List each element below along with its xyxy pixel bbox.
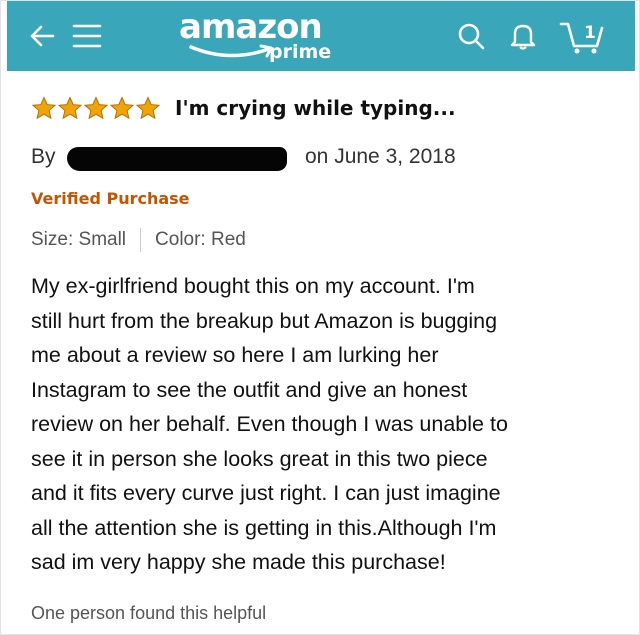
- back-arrow-icon[interactable]: [25, 1, 59, 71]
- helpful-count: One person found this helpful: [31, 603, 267, 623]
- star-icon: [109, 96, 135, 120]
- top-bar: amazon prime 1: [7, 1, 635, 71]
- logo-prime-text: prime: [269, 41, 332, 63]
- variant-divider: [140, 228, 142, 252]
- variant-color: Color: Red: [155, 229, 246, 250]
- amazon-prime-logo[interactable]: amazon prime: [123, 5, 353, 67]
- redacted-author-name: [67, 147, 287, 171]
- review-page: amazon prime 1 I'm crying while typing..…: [0, 0, 640, 635]
- search-icon[interactable]: [451, 1, 491, 71]
- star-icon: [57, 96, 83, 120]
- variant-size: Size: Small: [31, 229, 127, 250]
- review-date: on June 3, 2018: [305, 145, 456, 168]
- author-prefix: By: [31, 145, 56, 168]
- star-icon: [83, 96, 109, 120]
- smile-arrow-icon: [189, 44, 273, 58]
- star-icon: [31, 96, 57, 120]
- review-body: My ex-girlfriend bought this on my accou…: [31, 274, 508, 574]
- bell-icon[interactable]: [505, 1, 541, 71]
- star-rating: [31, 96, 161, 120]
- menu-icon[interactable]: [69, 1, 105, 71]
- star-icon: [135, 96, 161, 120]
- cart-count: 1: [584, 23, 596, 43]
- review-title: I'm crying while typing...: [175, 96, 456, 120]
- product-variant: Size: Small Color: Red: [31, 228, 246, 252]
- verified-purchase-badge: Verified Purchase: [31, 189, 190, 208]
- cart-icon[interactable]: 1: [555, 1, 609, 71]
